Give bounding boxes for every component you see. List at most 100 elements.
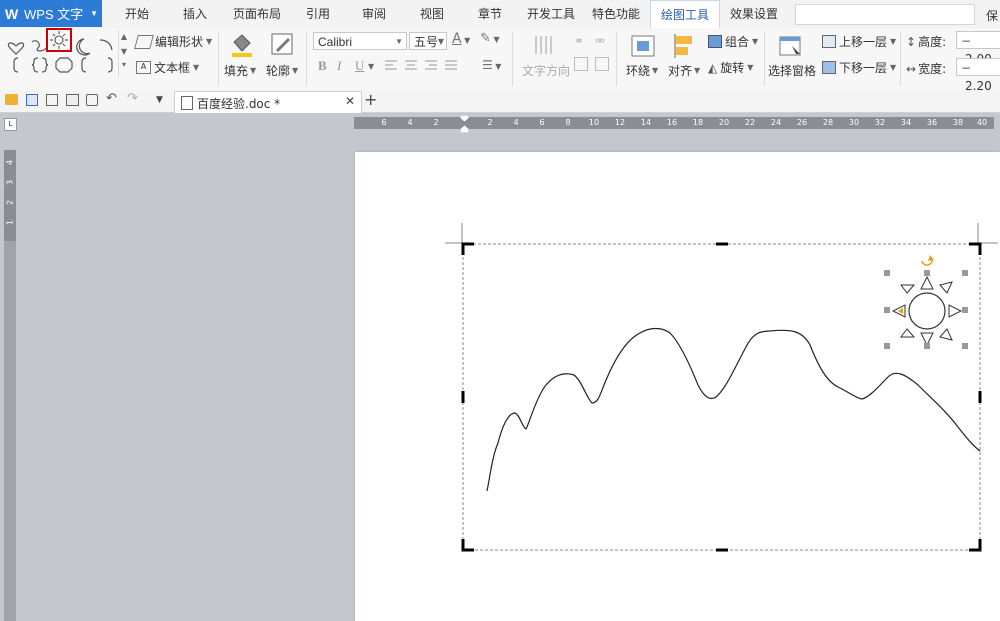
- underline-button[interactable]: U: [355, 58, 364, 74]
- height-input[interactable]: − 2.00: [956, 31, 1000, 66]
- send-backward-button[interactable]: 下移一层 ▼: [822, 59, 896, 76]
- wave-icon[interactable]: [28, 34, 46, 52]
- italic-button[interactable]: I: [337, 58, 341, 74]
- minus-icon[interactable]: −: [961, 61, 971, 75]
- quick-access-bar: [0, 90, 1000, 113]
- chevron-down-icon: ▼: [752, 37, 759, 46]
- wrap-text-icon: [631, 35, 655, 57]
- output-pdf-icon[interactable]: [46, 94, 58, 106]
- bring-forward-button[interactable]: 上移一层 ▼: [822, 33, 896, 50]
- mountain-line-shape[interactable]: [486, 327, 981, 492]
- sun-shape[interactable]: [891, 275, 963, 347]
- tab-insert[interactable]: 插入: [172, 0, 218, 27]
- chevron-down-icon: ▼: [694, 66, 701, 75]
- plus-icon[interactable]: +: [364, 90, 377, 109]
- customize-toolbar-icon[interactable]: ▼: [156, 95, 163, 105]
- font-name-select[interactable]: Calibri ▼: [313, 32, 407, 50]
- tab-stop-icon[interactable]: L: [4, 118, 17, 131]
- line-spacing-button[interactable]: ☰ ▼: [482, 58, 501, 72]
- ruler-tick-label: 10: [588, 118, 600, 127]
- right-bracket-icon[interactable]: [104, 56, 116, 74]
- group-button[interactable]: 组合 ▼: [708, 33, 758, 50]
- app-menu-button[interactable]: W WPS 文字 ▼: [0, 0, 102, 27]
- fill-button[interactable]: 填充 ▼: [224, 32, 260, 82]
- heart-icon[interactable]: [6, 34, 24, 52]
- font-name-value: Calibri: [318, 35, 353, 49]
- text-box-icon: A: [136, 61, 151, 74]
- font-size-select[interactable]: 五号 ▼: [409, 32, 447, 50]
- indent-marker-icon[interactable]: [459, 114, 470, 134]
- outline-button[interactable]: 轮廓 ▼: [264, 32, 302, 82]
- ruler-tick-label: 6: [381, 118, 387, 127]
- divider: [764, 32, 765, 86]
- print-icon[interactable]: [66, 94, 79, 106]
- unlink-icon[interactable]: ⚮: [595, 34, 605, 48]
- tab-review[interactable]: 审阅: [352, 0, 396, 27]
- bring-forward-label: 上移一层: [839, 35, 888, 49]
- selection-pane-button[interactable]: 选择窗格: [766, 32, 818, 82]
- moon-icon[interactable]: [76, 34, 94, 52]
- bracket-icon[interactable]: [6, 56, 24, 74]
- redo-icon[interactable]: ↷: [127, 91, 138, 106]
- rotate-button[interactable]: ◭ 旋转 ▼: [708, 59, 753, 76]
- width-icon: ↔: [906, 61, 917, 76]
- close-icon[interactable]: ✕: [345, 94, 355, 108]
- tab-view[interactable]: 视图: [410, 0, 454, 27]
- arc-icon[interactable]: [98, 34, 116, 52]
- edit-shape-button[interactable]: 编辑形状 ▼: [134, 33, 212, 50]
- ruler-tick-label: 6: [539, 118, 545, 127]
- tab-effect-settings[interactable]: 效果设置: [722, 0, 786, 27]
- ruler-tick-label: 2: [487, 118, 493, 127]
- drawing-canvas[interactable]: [440, 215, 1000, 555]
- document-tab[interactable]: 百度经验.doc * ✕: [174, 91, 362, 113]
- ruler-tick-label: 20: [718, 118, 730, 127]
- tab-home[interactable]: 开始: [112, 0, 162, 27]
- text-direction-button[interactable]: 文字方向: [520, 32, 570, 82]
- highlighter-icon: ✎: [480, 31, 491, 46]
- align-button[interactable]: 对齐 ▼: [666, 32, 704, 82]
- highlight-button[interactable]: ✎ ▼: [480, 31, 500, 46]
- text-box-button[interactable]: A 文本框 ▼: [136, 59, 199, 76]
- tab-references[interactable]: 引用: [296, 0, 340, 27]
- octagon-icon[interactable]: [54, 56, 74, 74]
- width-control: ↔ 宽度:: [906, 60, 946, 77]
- app-name: WPS 文字: [24, 7, 84, 22]
- brace-icon[interactable]: [30, 56, 50, 74]
- open-icon[interactable]: [5, 94, 18, 105]
- tab-special[interactable]: 特色功能: [588, 0, 644, 27]
- text-box-unlink-icon[interactable]: [595, 57, 609, 71]
- undo-icon[interactable]: ↶: [106, 91, 117, 106]
- tab-sections[interactable]: 章节: [468, 0, 512, 27]
- chevron-down-icon: ▼: [292, 66, 299, 75]
- tab-page-layout[interactable]: 页面布局: [226, 0, 288, 27]
- text-direction-label: 文字方向: [522, 64, 571, 78]
- horizontal-ruler[interactable]: 6 4 2 2 4 6 8 10 12 14 16 18 20 22 24 26 28 30 32 34 36 38 40: [354, 117, 994, 129]
- wrap-button[interactable]: 环绕 ▼: [624, 32, 662, 82]
- tab-drawing-tools[interactable]: 绘图工具: [650, 0, 720, 29]
- left-bracket-icon[interactable]: [78, 56, 90, 74]
- text-box-link-icon[interactable]: [574, 57, 588, 71]
- minus-icon[interactable]: −: [961, 34, 971, 48]
- divider: [306, 32, 307, 86]
- chevron-down-icon: ▼: [437, 37, 444, 46]
- bring-forward-icon: [822, 35, 836, 48]
- gallery-scroll[interactable]: ▲ ▼ ▾: [118, 30, 129, 78]
- save-icon[interactable]: [26, 94, 38, 106]
- shapes-gallery: [4, 28, 116, 80]
- search-input[interactable]: [795, 4, 975, 25]
- ruler-tick-label: 2: [5, 199, 15, 206]
- link-icon[interactable]: ⚭: [574, 34, 584, 48]
- document-icon: [181, 96, 193, 110]
- font-color-button[interactable]: A ▼: [452, 31, 470, 47]
- ruler-tick-label: 34: [900, 118, 912, 127]
- print-preview-icon[interactable]: [86, 94, 98, 106]
- align-label: 对齐: [668, 64, 693, 78]
- paragraph-align-icons: [385, 60, 457, 70]
- chevron-down-icon: ▼: [890, 37, 897, 46]
- protect-label[interactable]: 保: [986, 7, 998, 24]
- bold-button[interactable]: B: [318, 58, 327, 74]
- chevron-down-icon: ▼: [250, 66, 257, 75]
- sun-shape-button[interactable]: [46, 28, 72, 52]
- width-input[interactable]: − 2.20: [956, 58, 1000, 93]
- tab-developer[interactable]: 开发工具: [520, 0, 582, 27]
